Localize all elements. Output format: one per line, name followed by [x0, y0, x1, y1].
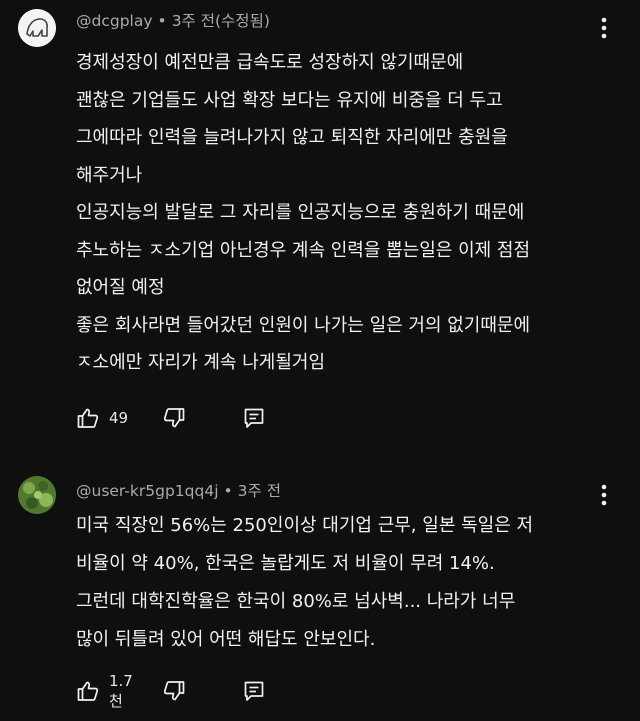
more-vert-icon[interactable] — [594, 481, 614, 509]
comment-line: 미국 직장인 56%는 250인이상 대기업 근무, 일본 독일은 저 — [76, 515, 534, 536]
comment-line: 경제성장이 예전만큼 급속도로 성장하지 않기때문에 — [76, 52, 464, 73]
thumb-up-icon — [76, 679, 100, 703]
like-count: 49 — [109, 409, 129, 427]
thumb-down-icon — [162, 406, 186, 430]
comment-line: 그에따라 인력을 늘려나가지 않고 퇴직한 자리에만 충원을 — [76, 127, 508, 148]
separator-dot: • — [223, 482, 233, 500]
thumb-up-icon — [76, 406, 100, 430]
author-name[interactable]: @dcgplay — [76, 12, 153, 30]
like-count: 1.7천 — [109, 671, 133, 710]
thumb-down-icon — [162, 679, 186, 703]
reply-icon — [242, 406, 266, 430]
like-button[interactable]: 1.7천 — [76, 672, 133, 710]
comment-line: ㅈ소에만 자리가 계속 나게될거임 — [76, 352, 326, 373]
timestamp[interactable]: 3주 전 — [238, 482, 281, 500]
reply-icon — [242, 679, 266, 703]
avatar[interactable] — [18, 476, 56, 514]
comment-text: 경제성장이 예전만큼 급속도로 성장하지 않기때문에 괜찮은 기업들도 사업 확… — [76, 44, 530, 382]
comment-line: 인공지능의 발달로 그 자리를 인공지능으로 충원하기 때문에 — [76, 202, 525, 223]
comment-line: 추노하는 ㅈ소기업 아닌경우 계속 인력을 뽑는일은 이제 점점 — [76, 239, 531, 261]
reply-button[interactable] — [242, 675, 266, 707]
dislike-button[interactable] — [162, 675, 186, 707]
comment-line: 해주거나 — [76, 164, 143, 186]
comment-header: @dcgplay • 3주 전(수정됨) — [76, 9, 270, 31]
more-vert-icon[interactable] — [594, 14, 614, 42]
dislike-button[interactable] — [162, 402, 186, 434]
comment-line: 좋은 회사라면 들어갔던 인원이 나가는 일은 거의 없기때문에 — [76, 314, 531, 336]
comment-line: 비율이 약 40%, 한국은 놀랍게도 저 비율이 무려 14%. — [76, 553, 495, 574]
like-button[interactable]: 49 — [76, 402, 128, 434]
comment-line: 없어질 예정 — [76, 277, 165, 298]
comment-line: 그런데 대학진학율은 한국이 80%로 넘사벽... 나라가 너무 — [76, 591, 516, 612]
separator-dot: • — [157, 12, 167, 30]
avatar[interactable] — [18, 9, 56, 47]
comment-text: 미국 직장인 56%는 250인이상 대기업 근무, 일본 독일은 저 비율이 … — [76, 507, 533, 659]
timestamp[interactable]: 3주 전(수정됨) — [172, 12, 270, 30]
reply-button[interactable] — [242, 402, 266, 434]
comment-line: 괜찮은 기업들도 사업 확장 보다는 유지에 비중을 더 두고 — [76, 89, 503, 111]
author-name[interactable]: @user-kr5gp1qq4j — [76, 482, 219, 500]
comment-line: 많이 뒤틀려 있어 어떤 해답도 안보인다. — [76, 629, 376, 650]
comment-header: @user-kr5gp1qq4j • 3주 전 — [76, 479, 281, 501]
